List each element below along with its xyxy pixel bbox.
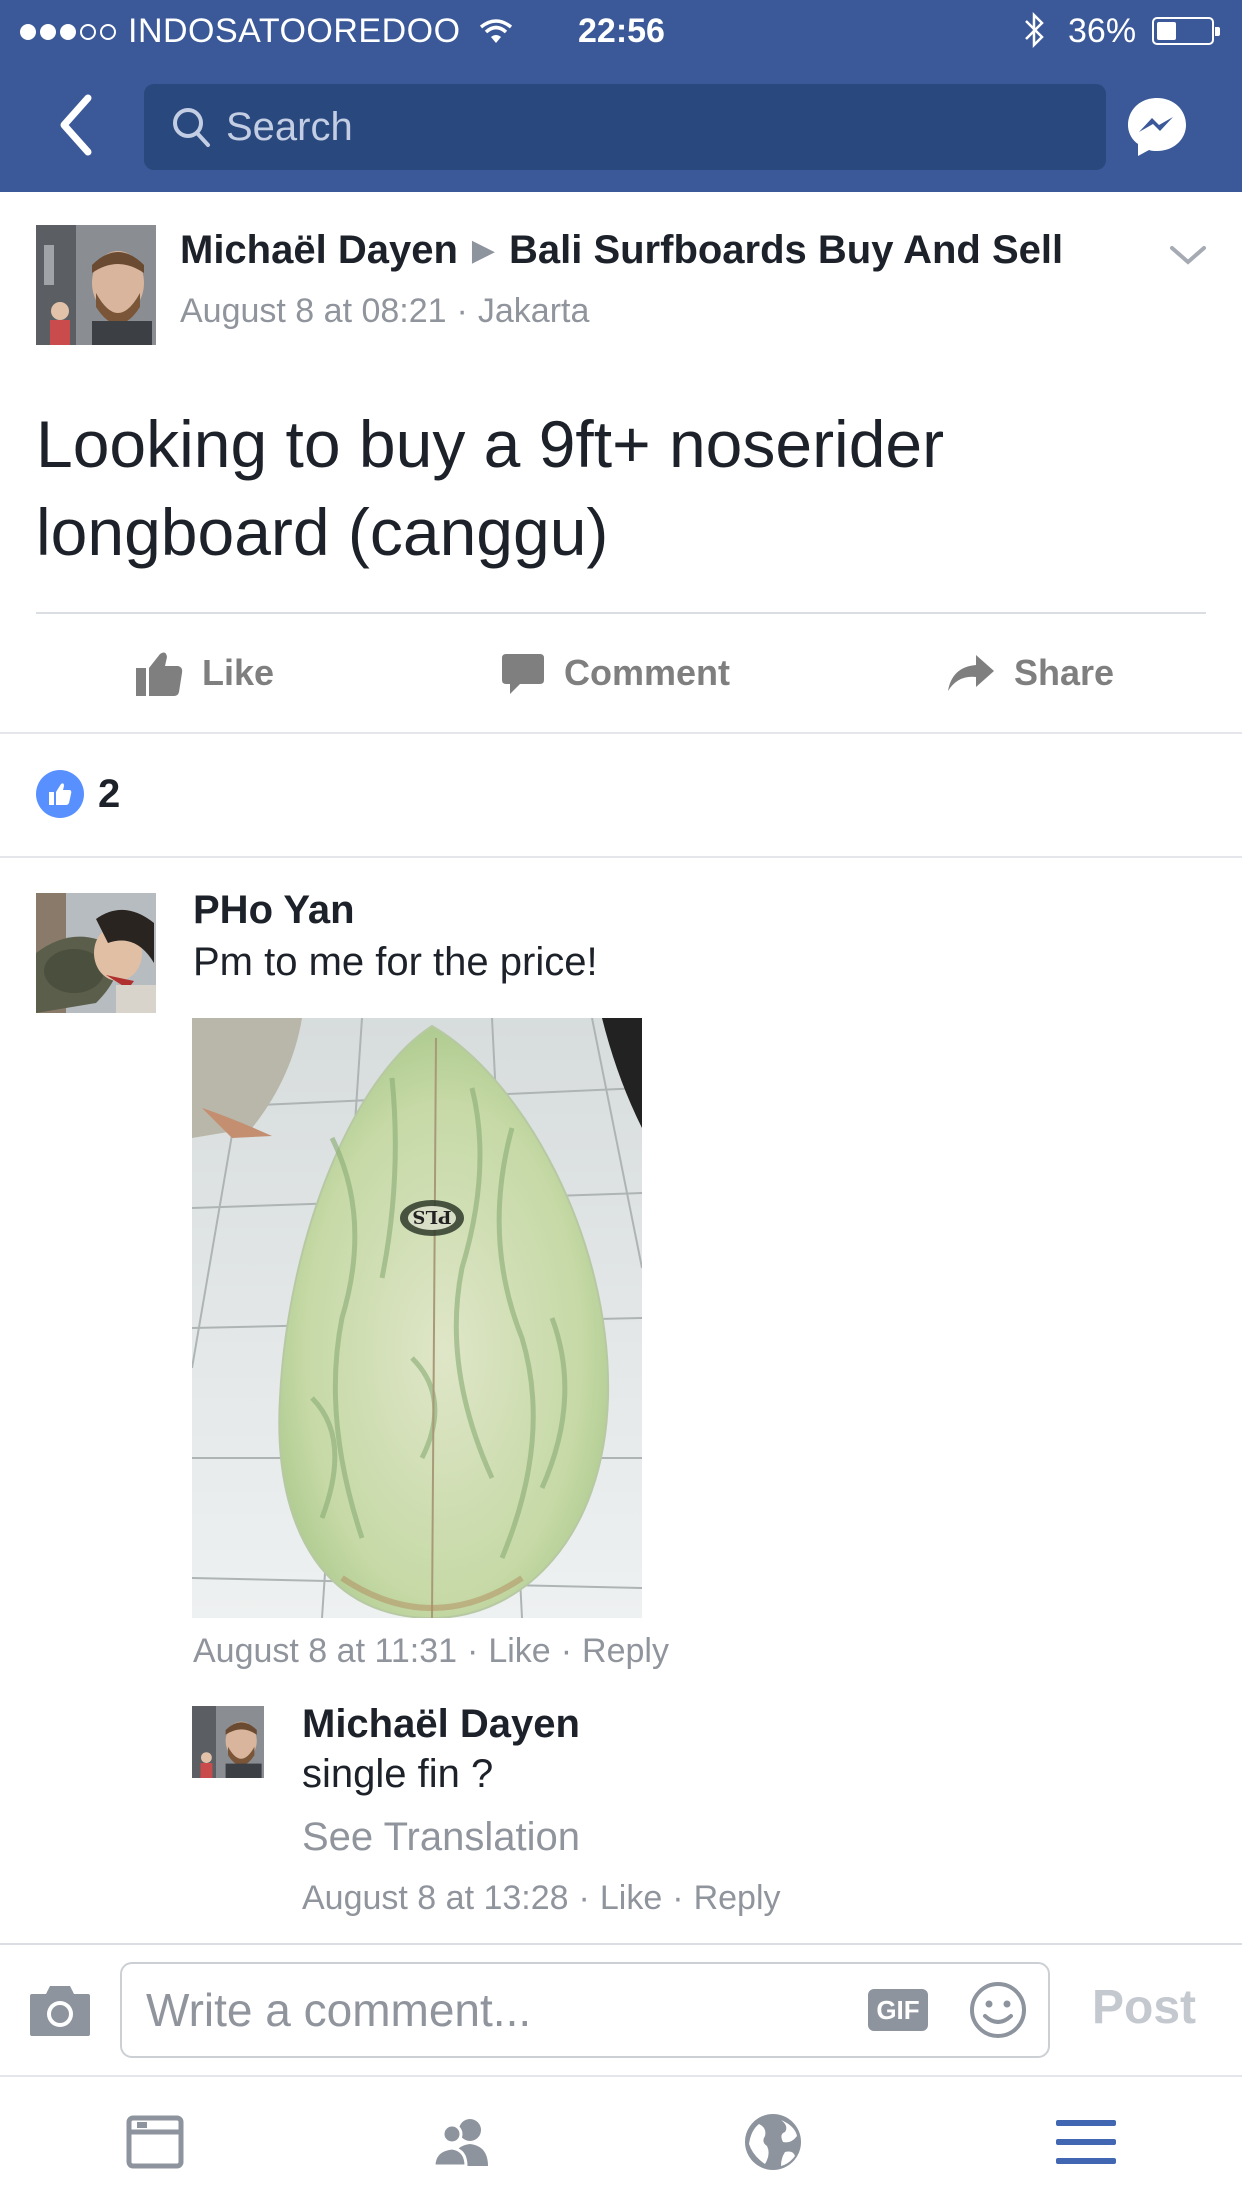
share-arrow-icon xyxy=(948,655,994,691)
gif-button[interactable]: GIF xyxy=(868,1989,928,2031)
divider xyxy=(0,856,1242,858)
meta-separator: · xyxy=(578,1879,590,1917)
comment-icon xyxy=(502,654,544,694)
search-icon xyxy=(173,108,210,147)
signal-dot-icon xyxy=(40,23,56,40)
commenter-avatar[interactable] xyxy=(36,893,156,1013)
carrier-info: INDOSATOOREDOO xyxy=(20,12,513,51)
comment-reply-link[interactable]: Reply xyxy=(582,1632,669,1670)
comment-button[interactable]: Comment xyxy=(500,640,730,706)
play-arrow-icon: ▶ xyxy=(471,234,495,267)
avatar-photo xyxy=(36,893,156,1013)
wifi-icon xyxy=(479,18,512,43)
avatar-photo xyxy=(36,225,156,345)
meta-separator: · xyxy=(456,292,468,330)
reply-reply-link[interactable]: Reply xyxy=(694,1879,781,1917)
commenter-name[interactable]: PHo Yan xyxy=(193,888,355,933)
thumbs-up-icon xyxy=(136,652,183,696)
signal-dot-icon xyxy=(100,23,116,40)
comment-label: Comment xyxy=(564,652,731,693)
friends-icon[interactable] xyxy=(430,2110,494,2174)
comment-photo[interactable]: PLS xyxy=(192,1018,642,1618)
post-date[interactable]: August 8 at 08:21 xyxy=(180,292,447,330)
app-header: INDOSATOOREDOO 22:56 36% Search xyxy=(0,0,1242,192)
battery-percent: 36% xyxy=(1068,12,1137,50)
divider xyxy=(0,732,1242,734)
divider xyxy=(0,2075,1242,2077)
comment-date: August 8 at 11:31 xyxy=(193,1632,458,1670)
comment-placeholder: Write a comment... xyxy=(146,1984,532,2036)
back-icon[interactable] xyxy=(50,90,110,160)
comment-input[interactable]: Write a comment... GIF xyxy=(120,1962,1050,2058)
like-reaction-icon xyxy=(36,770,84,818)
author-avatar[interactable] xyxy=(36,225,156,345)
divider xyxy=(36,612,1206,614)
post-location[interactable]: Jakarta xyxy=(478,292,590,330)
feed-icon[interactable] xyxy=(123,2110,187,2174)
meta-separator: · xyxy=(467,1632,479,1670)
reaction-summary[interactable]: 2 xyxy=(36,770,120,818)
see-translation-link[interactable]: See Translation xyxy=(302,1815,580,1860)
post-text: Looking to buy a 9ft+ noserider longboar… xyxy=(36,407,945,569)
surfboard-photo: PLS xyxy=(192,1018,642,1618)
reply-meta: August 8 at 13:28 · Like · Reply xyxy=(302,1879,781,1918)
like-button[interactable]: Like xyxy=(134,640,274,706)
reply-date: August 8 at 13:28 xyxy=(302,1879,569,1917)
meta-separator: · xyxy=(560,1632,573,1670)
search-input[interactable]: Search xyxy=(144,84,1106,170)
battery-nub xyxy=(1215,27,1220,36)
comment-text: Pm to me for the price! xyxy=(193,940,598,984)
camera-icon[interactable] xyxy=(28,1982,92,2038)
battery-fill xyxy=(1157,22,1176,40)
comment-like-link[interactable]: Like xyxy=(488,1632,550,1670)
emoji-icon[interactable] xyxy=(968,1980,1028,2040)
signal-dot-icon xyxy=(80,23,96,40)
group-name-link[interactable]: Bali Surfboards Buy And Sell xyxy=(509,228,1063,273)
like-label: Like xyxy=(202,652,275,693)
signal-dot-icon xyxy=(20,23,36,40)
board-logo-text: PLS xyxy=(412,1206,451,1227)
share-button[interactable]: Share xyxy=(946,640,1114,706)
menu-icon[interactable] xyxy=(1054,2110,1118,2174)
status-bar: INDOSATOOREDOO 22:56 36% xyxy=(0,0,1242,62)
battery-icon xyxy=(1152,17,1220,45)
reaction-count: 2 xyxy=(98,771,121,816)
reply-text: single fin ? xyxy=(302,1752,494,1796)
bluetooth-icon xyxy=(1025,11,1044,49)
search-placeholder: Search xyxy=(226,104,353,149)
post-meta: August 8 at 08:21 · Jakarta xyxy=(180,292,589,331)
post-author-line: Michaël Dayen ▶ Bali Surfboards Buy And … xyxy=(180,228,1063,273)
carrier-name: INDOSATOOREDOO xyxy=(128,12,461,50)
reply-avatar[interactable] xyxy=(192,1706,264,1778)
clock: 22:56 xyxy=(578,12,665,50)
globe-icon[interactable] xyxy=(741,2110,805,2174)
chevron-down-icon[interactable] xyxy=(1168,240,1208,270)
post-button[interactable]: Post xyxy=(1092,1980,1196,2035)
reply-author-name[interactable]: Michaël Dayen xyxy=(302,1702,580,1747)
share-label: Share xyxy=(1014,652,1115,693)
author-name-link[interactable]: Michaël Dayen xyxy=(180,228,458,273)
comment-meta: August 8 at 11:31 · Like · Reply xyxy=(193,1632,669,1671)
divider xyxy=(0,1943,1242,1945)
avatar-photo xyxy=(192,1706,264,1778)
reply-like-link[interactable]: Like xyxy=(600,1879,662,1917)
messenger-icon[interactable] xyxy=(1124,94,1190,160)
signal-dot-icon xyxy=(60,23,76,40)
meta-separator: · xyxy=(672,1879,684,1917)
